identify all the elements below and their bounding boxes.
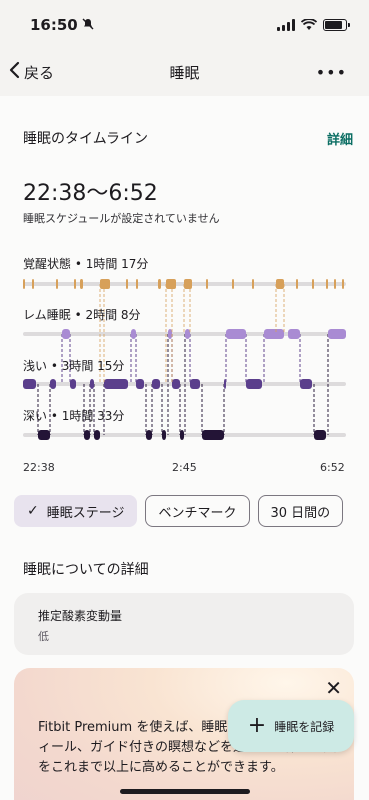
chip-sleep-stages[interactable]: ✓ 睡眠ステージ <box>14 495 138 527</box>
segment-deep <box>38 430 50 440</box>
segment-deep <box>94 430 100 440</box>
segment-deep <box>162 430 166 440</box>
segment-awake <box>184 279 192 289</box>
stage-label-deep: 深い • 1時間 33分 <box>23 409 125 423</box>
segment-light <box>90 379 94 389</box>
schedule-note: 睡眠スケジュールが設定されていません <box>23 212 220 225</box>
segment-rem <box>185 329 190 339</box>
close-icon[interactable]: ✕ <box>325 676 342 700</box>
segment-awake <box>326 279 328 289</box>
chevron-left-icon <box>8 61 20 83</box>
segment-light <box>136 379 144 389</box>
segment-awake <box>232 279 234 289</box>
segment-light <box>300 379 312 389</box>
stage-label-light: 浅い • 3時間 15分 <box>23 359 125 373</box>
timeline-title: 睡眠のタイムライン <box>23 131 149 147</box>
axis-mid-time: 2:45 <box>172 461 197 474</box>
sleep-time-range: 22:38〜6:52 <box>23 181 158 206</box>
chip-benchmark[interactable]: ベンチマーク <box>145 495 250 527</box>
segment-awake <box>206 279 208 289</box>
oxygen-variation-card[interactable]: 推定酸素変動量 低 <box>14 593 354 655</box>
segment-deep <box>84 430 90 440</box>
segment-awake <box>23 279 25 289</box>
segment-awake <box>136 279 138 289</box>
segment-awake <box>334 279 336 289</box>
segment-rem <box>62 329 70 339</box>
segment-deep <box>314 430 326 440</box>
segment-deep <box>180 430 184 440</box>
details-link[interactable]: 詳細 <box>327 129 353 148</box>
segment-rem <box>168 329 172 339</box>
segment-rem <box>264 329 284 339</box>
segment-awake <box>312 279 314 289</box>
axis-end-time: 6:52 <box>320 461 345 474</box>
segment-deep <box>202 430 224 440</box>
oxygen-title: 推定酸素変動量 <box>38 609 123 623</box>
segment-light <box>152 379 160 389</box>
status-time: 16:50 <box>30 16 94 34</box>
segment-light <box>70 379 76 389</box>
plus-icon: + <box>247 713 267 738</box>
segment-light <box>224 379 226 389</box>
chip-label: 30 日間の <box>270 505 331 521</box>
segment-awake <box>252 279 254 289</box>
segment-light <box>50 379 56 389</box>
segment-awake <box>158 279 161 289</box>
page-title: 睡眠 <box>169 63 200 82</box>
segment-rem <box>328 329 346 339</box>
segment-rem <box>288 329 300 339</box>
more-options-icon[interactable]: ••• <box>316 63 347 82</box>
segment-awake <box>56 279 58 289</box>
segment-deep <box>146 430 152 440</box>
segment-awake <box>166 279 176 289</box>
segment-awake <box>126 279 128 289</box>
wifi-icon <box>300 16 318 35</box>
stage-label-rem: レム睡眠 • 2時間 8分 <box>23 308 141 322</box>
view-chips: ✓ 睡眠ステージ ベンチマーク 30 日間の <box>14 495 344 527</box>
check-icon: ✓ <box>27 503 39 519</box>
status-bar: 16:50 <box>0 0 369 50</box>
back-label: 戻る <box>24 63 55 82</box>
chip-label: 睡眠ステージ <box>46 505 125 521</box>
log-sleep-label: 睡眠を記録 <box>274 719 335 734</box>
back-button[interactable]: 戻る <box>8 61 54 83</box>
timeline-header: 睡眠のタイムライン 詳細 <box>23 128 353 148</box>
stage-label-awake: 覚醒状態 • 1時間 17分 <box>23 257 149 271</box>
segment-awake <box>80 279 83 289</box>
segment-rem <box>131 329 136 339</box>
oxygen-value: 低 <box>38 630 49 643</box>
segment-light <box>246 379 262 389</box>
segment-rem <box>226 329 246 339</box>
cellular-signal-icon <box>277 19 295 31</box>
segment-awake <box>296 279 298 289</box>
segment-awake <box>342 279 344 289</box>
chip-label: ベンチマーク <box>158 505 237 521</box>
status-icons <box>277 16 350 35</box>
segment-light <box>104 379 128 389</box>
chip-30-days[interactable]: 30 日間の <box>257 495 344 527</box>
log-sleep-button[interactable]: + 睡眠を記録 <box>228 700 354 752</box>
navigation-bar: 戻る 睡眠 ••• <box>0 50 369 94</box>
silent-bell-icon <box>82 16 94 34</box>
segment-awake <box>100 279 110 289</box>
segment-light <box>190 379 200 389</box>
clock: 16:50 <box>30 16 78 34</box>
segment-awake <box>276 279 284 289</box>
battery-icon <box>323 19 350 31</box>
segment-light <box>23 379 36 389</box>
axis-start-time: 22:38 <box>23 461 55 474</box>
segment-awake <box>32 279 34 289</box>
sleep-details-title: 睡眠についての詳細 <box>23 562 149 578</box>
home-indicator <box>120 789 250 794</box>
segment-awake <box>74 279 76 289</box>
segment-light <box>172 379 180 389</box>
